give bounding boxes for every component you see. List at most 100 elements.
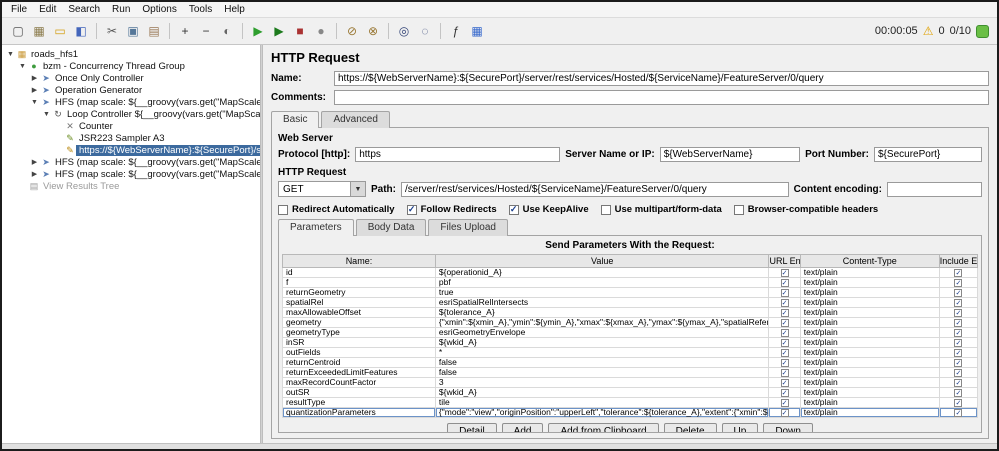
templates-icon[interactable]: ▦ — [29, 21, 49, 41]
checkbox-redirect-automatically[interactable]: Redirect Automatically — [278, 204, 395, 215]
include-equals-cell[interactable]: ✓ — [938, 317, 979, 328]
tree-item-hfs-map-scale-c[interactable]: ▶ ➤ HFS (map scale: ${__groovy(vars.get("M… — [2, 168, 260, 180]
param-row-quantizationparameters[interactable]: quantizationParameters {"mode":"view","or… — [282, 407, 979, 418]
path-input[interactable] — [401, 181, 789, 197]
param-value-cell[interactable]: 3 — [434, 377, 770, 388]
param-row-maxallowableoffset[interactable]: maxAllowableOffset ${tolerance_A} ✓ text/pl… — [282, 307, 979, 318]
param-value-cell[interactable]: esriSpatialRelIntersects — [434, 297, 770, 308]
tree-item-concurrency-thread-group[interactable]: ▼ ● bzm - Concurrency Thread Group — [2, 60, 260, 72]
param-name-cell[interactable]: maxRecordCountFactor — [282, 377, 436, 388]
expand-expander-icon[interactable]: ▶ — [29, 158, 40, 166]
menu-help[interactable]: Help — [218, 3, 251, 16]
menu-edit[interactable]: Edit — [33, 3, 62, 16]
content-type-cell[interactable]: text/plain — [799, 367, 940, 378]
button-down[interactable]: Down — [763, 423, 813, 432]
param-value-cell[interactable]: pbf — [434, 277, 770, 288]
param-value-cell[interactable]: * — [434, 347, 770, 358]
content-type-cell[interactable]: text/plain — [799, 317, 940, 328]
param-name-cell[interactable]: outFields — [282, 347, 436, 358]
include-equals-cell[interactable]: ✓ — [938, 297, 979, 308]
url-encode-cell[interactable]: ✓ — [768, 367, 801, 378]
param-row-returngeometry[interactable]: returnGeometry true ✓ text/plain ✓ — [282, 287, 979, 298]
param-row-spatialrel[interactable]: spatialRel esriSpatialRelIntersects ✓ text/… — [282, 297, 979, 308]
url-encode-cell[interactable]: ✓ — [768, 277, 801, 288]
url-encode-cell[interactable]: ✓ — [768, 337, 801, 348]
param-row-insr[interactable]: inSR ${wkid_A} ✓ text/plain ✓ — [282, 337, 979, 348]
button-up[interactable]: Up — [721, 423, 759, 432]
param-value-cell[interactable]: false — [434, 367, 770, 378]
param-name-cell[interactable]: geometryType — [282, 327, 436, 338]
content-type-cell[interactable]: text/plain — [799, 277, 940, 288]
checkbox-browser-compatible-headers[interactable]: Browser-compatible headers — [733, 204, 878, 215]
new-file-icon[interactable]: ▢ — [8, 21, 28, 41]
include-equals-cell[interactable]: ✓ — [938, 337, 979, 348]
tab-parameters[interactable]: Parameters — [278, 219, 354, 236]
param-row-id[interactable]: id ${operationid_A} ✓ text/plain ✓ — [282, 267, 979, 278]
param-value-cell[interactable]: tile — [434, 397, 770, 408]
expand-all-icon[interactable]: + — [175, 21, 195, 41]
url-encode-cell[interactable]: ✓ — [768, 317, 801, 328]
start-no-pauses-icon[interactable]: ▶ — [269, 21, 289, 41]
protocol-input[interactable] — [355, 147, 561, 162]
menu-run[interactable]: Run — [106, 3, 136, 16]
include-equals-cell[interactable]: ✓ — [938, 357, 979, 368]
param-row-maxrecordcountfactor[interactable]: maxRecordCountFactor 3 ✓ text/plain ✓ — [282, 377, 979, 388]
include-equals-cell[interactable]: ✓ — [938, 397, 979, 408]
content-type-cell[interactable]: text/plain — [799, 407, 940, 418]
param-row-outfields[interactable]: outFields * ✓ text/plain ✓ — [282, 347, 979, 358]
button-add[interactable]: Add — [501, 423, 544, 432]
param-value-cell[interactable]: ${tolerance_A} — [434, 307, 770, 318]
url-encode-cell[interactable]: ✓ — [768, 307, 801, 318]
tree-item-test-plan[interactable]: ▼ ▦ roads_hfs1 — [2, 48, 260, 60]
url-encode-cell[interactable]: ✓ — [768, 297, 801, 308]
content-type-cell[interactable]: text/plain — [799, 387, 940, 398]
param-value-cell[interactable]: ${operationid_A} — [434, 267, 770, 278]
content-type-cell[interactable]: text/plain — [799, 377, 940, 388]
tab-basic[interactable]: Basic — [271, 111, 320, 128]
button-add-from-clipboard[interactable]: Add from Clipboard — [548, 423, 659, 432]
expand-expander-icon[interactable]: ▶ — [29, 86, 40, 94]
include-equals-cell[interactable]: ✓ — [938, 327, 979, 338]
param-name-cell[interactable]: maxAllowableOffset — [282, 307, 436, 318]
param-name-cell[interactable]: inSR — [282, 337, 436, 348]
param-value-cell[interactable]: true — [434, 287, 770, 298]
param-name-cell[interactable]: returnCentroid — [282, 357, 436, 368]
clear-all-icon[interactable]: ⊗ — [363, 21, 383, 41]
content-type-cell[interactable]: text/plain — [799, 357, 940, 368]
param-row-returnexceededlimitfeatures[interactable]: returnExceededLimitFeatures false ✓ text/pl… — [282, 367, 979, 378]
url-encode-cell[interactable]: ✓ — [768, 357, 801, 368]
param-name-cell[interactable]: id — [282, 267, 436, 278]
param-name-cell[interactable]: returnExceededLimitFeatures — [282, 367, 436, 378]
param-value-cell[interactable]: ${wkid_A} — [434, 387, 770, 398]
url-encode-cell[interactable]: ✓ — [768, 267, 801, 278]
include-equals-cell[interactable]: ✓ — [938, 347, 979, 358]
tree-item-operation-generator[interactable]: ▶ ➤ Operation Generator — [2, 84, 260, 96]
content-encoding-input[interactable] — [887, 181, 982, 197]
param-name-cell[interactable]: geometry — [282, 317, 436, 328]
paste-icon[interactable]: ▤ — [144, 21, 164, 41]
shutdown-icon[interactable]: ● — [311, 21, 331, 41]
param-name-cell[interactable]: outSR — [282, 387, 436, 398]
param-row-returncentroid[interactable]: returnCentroid false ✓ text/plain ✓ — [282, 357, 979, 368]
content-type-cell[interactable]: text/plain — [799, 297, 940, 308]
tab-body-data[interactable]: Body Data — [355, 219, 427, 236]
include-equals-cell[interactable]: ✓ — [938, 307, 979, 318]
tab-files-upload[interactable]: Files Upload — [428, 219, 508, 236]
url-encode-cell[interactable]: ✓ — [768, 327, 801, 338]
start-icon[interactable]: ▶ — [248, 21, 268, 41]
include-equals-cell[interactable]: ✓ — [938, 267, 979, 278]
content-type-cell[interactable]: text/plain — [799, 397, 940, 408]
save-icon[interactable]: ◧ — [71, 21, 91, 41]
url-encode-cell[interactable]: ✓ — [768, 377, 801, 388]
button-detail[interactable]: Detail — [447, 423, 497, 432]
copy-icon[interactable]: ▣ — [123, 21, 143, 41]
url-encode-cell[interactable]: ✓ — [768, 347, 801, 358]
collapse-expander-icon[interactable]: ▼ — [5, 51, 16, 58]
param-name-cell[interactable]: resultType — [282, 397, 436, 408]
checkbox-use-multipart-form-data[interactable]: Use multipart/form-data — [600, 204, 722, 215]
menu-file[interactable]: File — [5, 3, 33, 16]
param-value-cell[interactable]: esriGeometryEnvelope — [434, 327, 770, 338]
function-helper-icon[interactable]: ƒ — [446, 21, 466, 41]
tree-item-http-request-sampler[interactable]: ✎ https://${WebServerName}:${SecurePort}/… — [2, 144, 260, 156]
tree-item-once-only-controller[interactable]: ▶ ➤ Once Only Controller — [2, 72, 260, 84]
